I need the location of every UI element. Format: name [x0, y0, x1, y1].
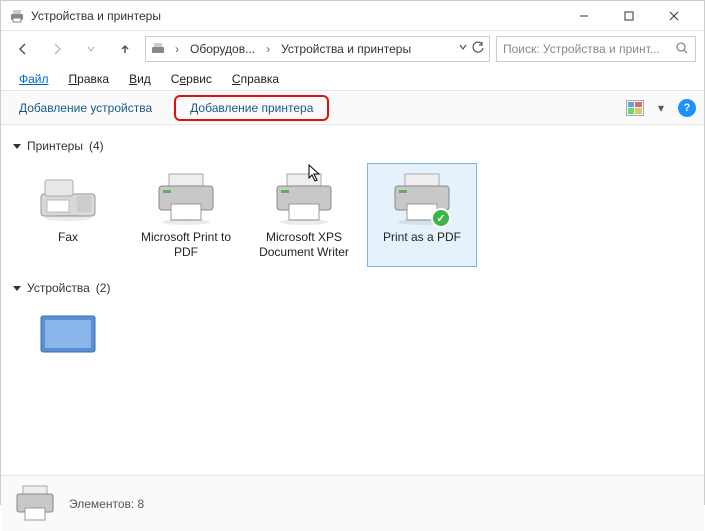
close-button[interactable] — [651, 2, 696, 30]
status-label: Элементов: 8 — [69, 497, 144, 511]
printers-list: Fax Microsoft Print to PDF Microsoft XPS… — [13, 157, 692, 273]
address-bar[interactable]: › Оборудов... › Устройства и принтеры — [145, 36, 490, 62]
device-label: Print as a PDF — [383, 230, 461, 245]
status-bar: Элементов: 8 — [1, 475, 704, 531]
menu-bar: Файл Правка Вид Сервис Справка — [1, 67, 704, 91]
back-button[interactable] — [9, 35, 37, 63]
status-printer-icon — [13, 484, 57, 524]
device-item-fax[interactable]: Fax — [13, 163, 123, 267]
search-placeholder: Поиск: Устройства и принт... — [503, 42, 671, 56]
default-check-icon: ✓ — [431, 208, 451, 228]
toolbar: Добавление устройства Добавление принтер… — [1, 91, 704, 125]
search-icon — [675, 41, 689, 58]
dropdown-icon[interactable] — [457, 41, 469, 58]
breadcrumb-segment[interactable]: Оборудов... — [186, 40, 259, 58]
group-count: (4) — [89, 139, 104, 153]
menu-file[interactable]: Файл — [9, 69, 59, 89]
group-count: (2) — [96, 281, 111, 295]
recent-dropdown[interactable] — [77, 35, 105, 63]
titlebar: Устройства и принтеры — [1, 1, 704, 31]
device-label: Microsoft Print to PDF — [138, 230, 234, 260]
add-printer-button[interactable]: Добавление принтера — [174, 95, 329, 121]
window-title: Устройства и принтеры — [31, 9, 561, 23]
collapse-icon — [13, 144, 21, 149]
device-label: Microsoft XPS Document Writer — [256, 230, 352, 260]
maximize-button[interactable] — [606, 2, 651, 30]
fax-icon — [33, 170, 103, 226]
device-item-monitor[interactable] — [13, 305, 123, 375]
breadcrumb-segment[interactable]: Устройства и принтеры — [277, 40, 415, 58]
device-item-print-as-pdf[interactable]: ✓ Print as a PDF — [367, 163, 477, 267]
monitor-icon — [33, 312, 103, 368]
printer-icon: ✓ — [387, 170, 457, 226]
view-options-button[interactable] — [626, 100, 644, 116]
help-button[interactable]: ? — [678, 99, 696, 117]
menu-edit[interactable]: Правка — [59, 69, 120, 89]
navigation-bar: › Оборудов... › Устройства и принтеры По… — [1, 31, 704, 67]
collapse-icon — [13, 286, 21, 291]
group-label: Принтеры — [27, 139, 83, 153]
add-device-button[interactable]: Добавление устройства — [9, 96, 162, 120]
forward-button[interactable] — [43, 35, 71, 63]
up-button[interactable] — [111, 35, 139, 63]
printer-icon — [151, 170, 221, 226]
minimize-button[interactable] — [561, 2, 606, 30]
device-item-print-pdf[interactable]: Microsoft Print to PDF — [131, 163, 241, 267]
menu-view[interactable]: Вид — [119, 69, 161, 89]
devices-list — [13, 299, 692, 381]
device-item-xps[interactable]: Microsoft XPS Document Writer — [249, 163, 359, 267]
chevron-right-icon: › — [172, 42, 182, 56]
app-icon — [9, 8, 25, 24]
chevron-right-icon: › — [263, 42, 273, 56]
group-header-printers[interactable]: Принтеры (4) — [13, 131, 692, 157]
device-label: Fax — [58, 230, 78, 245]
group-label: Устройства — [27, 281, 90, 295]
search-input[interactable]: Поиск: Устройства и принт... — [496, 36, 696, 62]
menu-help[interactable]: Справка — [222, 69, 289, 89]
menu-tools[interactable]: Сервис — [161, 69, 222, 89]
location-icon — [150, 41, 168, 57]
group-header-devices[interactable]: Устройства (2) — [13, 273, 692, 299]
refresh-icon[interactable] — [471, 41, 485, 58]
printer-icon — [269, 170, 339, 226]
content-pane: Принтеры (4) Fax Microsoft Print to PDF … — [1, 125, 704, 475]
view-dropdown-icon[interactable]: ▾ — [658, 101, 664, 115]
